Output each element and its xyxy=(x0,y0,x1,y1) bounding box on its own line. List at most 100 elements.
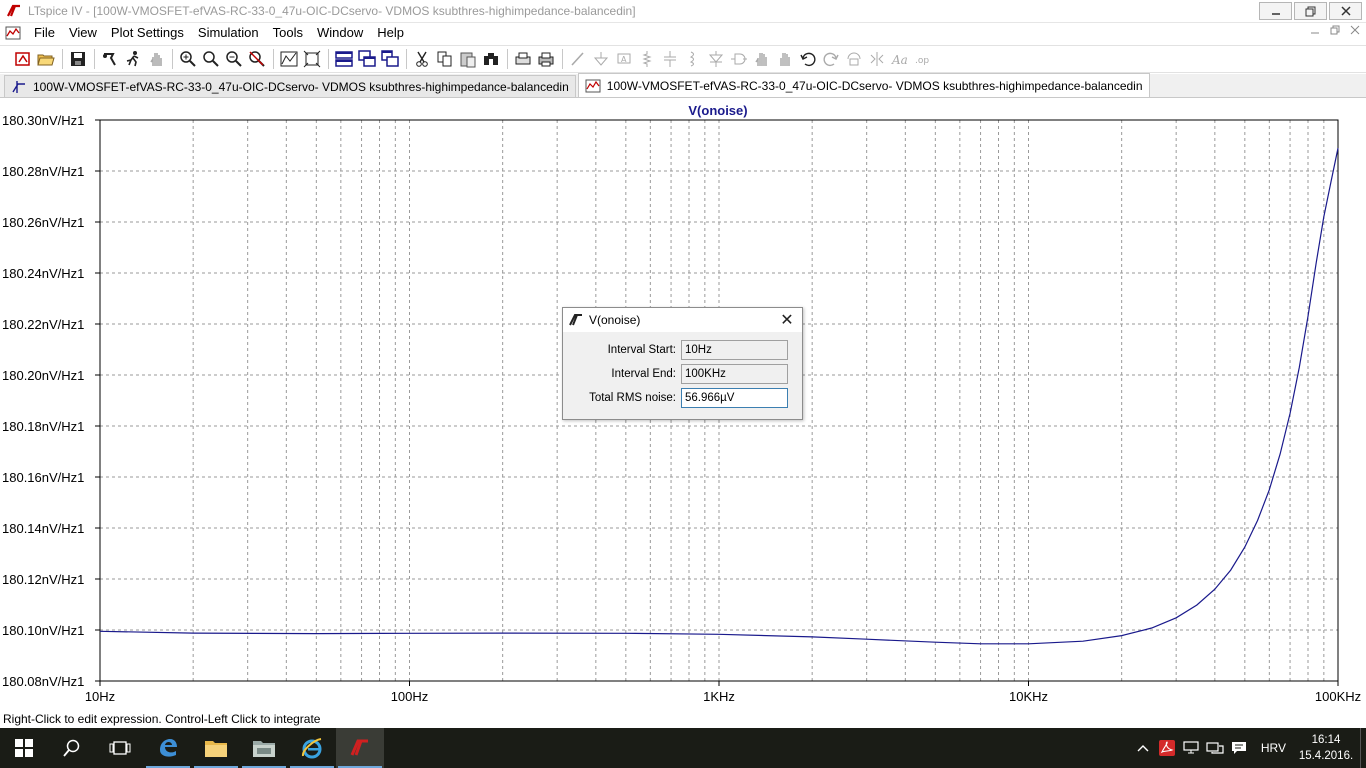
close-icon xyxy=(1350,25,1360,35)
find-icon[interactable] xyxy=(480,48,502,70)
text-icon[interactable]: Aa xyxy=(889,48,911,70)
spice-directive-icon[interactable]: .op xyxy=(912,48,934,70)
drag-icon[interactable] xyxy=(774,48,796,70)
halt-icon[interactable] xyxy=(145,48,167,70)
show-hidden-icons-button[interactable] xyxy=(1131,728,1155,768)
dialog-close-button[interactable]: ✕ xyxy=(778,311,796,329)
close-icon xyxy=(1340,6,1351,16)
tile-horizontal-icon[interactable] xyxy=(333,48,355,70)
store-folder-button[interactable] xyxy=(240,728,288,768)
waveform-document-icon[interactable] xyxy=(5,25,21,41)
ground-icon[interactable] xyxy=(590,48,612,70)
y-tick-label: 180.10nV/Hz1 xyxy=(2,623,84,638)
show-desktop-button[interactable] xyxy=(1360,728,1366,768)
diode-icon[interactable] xyxy=(705,48,727,70)
rotate-icon[interactable] xyxy=(843,48,865,70)
menu-window[interactable]: Window xyxy=(310,23,370,43)
component-icon[interactable] xyxy=(728,48,750,70)
window-title: LTspice IV - [100W-VMOSFET-efVAS-RC-33-0… xyxy=(28,4,636,18)
search-button[interactable] xyxy=(48,728,96,768)
windows-taskbar: HRV 16:14 15.4.2016. xyxy=(0,728,1366,768)
dialog-title-bar[interactable]: V(onoise) ✕ xyxy=(563,308,802,332)
interval-end-field[interactable]: 100KHz xyxy=(681,364,788,384)
trace-title[interactable]: V(onoise) xyxy=(688,103,747,118)
edge-button[interactable] xyxy=(144,728,192,768)
interval-start-label: Interval Start: xyxy=(607,344,676,356)
internet-explorer-button[interactable] xyxy=(288,728,336,768)
search-icon xyxy=(63,739,80,757)
cut-icon[interactable] xyxy=(411,48,433,70)
task-view-button[interactable] xyxy=(96,728,144,768)
mdi-close-button[interactable] xyxy=(1350,25,1360,38)
mdi-restore-button[interactable] xyxy=(1330,25,1340,38)
print-icon[interactable] xyxy=(535,48,557,70)
zoom-fit-icon[interactable] xyxy=(301,48,323,70)
tab-waveform[interactable]: 100W-VMOSFET-efVAS-RC-33-0_47u-OIC-DCser… xyxy=(577,73,1150,97)
run-icon[interactable] xyxy=(122,48,144,70)
wire-icon[interactable] xyxy=(567,48,589,70)
tab-schematic[interactable]: 100W-VMOSFET-efVAS-RC-33-0_47u-OIC-DCser… xyxy=(4,75,576,97)
mdi-controls xyxy=(1310,25,1360,38)
internet-explorer-icon xyxy=(302,738,322,759)
redo-icon[interactable] xyxy=(820,48,842,70)
input-language[interactable]: HRV xyxy=(1251,741,1296,755)
y-tick-label: 180.30nV/Hz1 xyxy=(2,113,84,128)
y-tick-label: 180.08nV/Hz1 xyxy=(2,674,84,689)
x-tick-label: 100KHz xyxy=(1315,689,1361,704)
system-tray: HRV 16:14 15.4.2016. xyxy=(1131,728,1366,768)
print-setup-icon[interactable] xyxy=(512,48,534,70)
tab-label: 100W-VMOSFET-efVAS-RC-33-0_47u-OIC-DCser… xyxy=(33,79,569,94)
inductor-icon[interactable] xyxy=(682,48,704,70)
undo-icon[interactable] xyxy=(797,48,819,70)
file-explorer-button[interactable] xyxy=(192,728,240,768)
menu-file[interactable]: File xyxy=(27,23,62,43)
total-rms-noise-field[interactable]: 56.966µV xyxy=(681,388,788,408)
zoom-out-icon[interactable] xyxy=(223,48,245,70)
menu-view[interactable]: View xyxy=(62,23,104,43)
open-schematic-icon[interactable] xyxy=(12,48,34,70)
cascade-icon[interactable] xyxy=(356,48,378,70)
interval-start-row: Interval Start: 10Hz xyxy=(563,340,804,360)
zoom-cancel-icon[interactable] xyxy=(246,48,268,70)
zoom-in-icon[interactable] xyxy=(177,48,199,70)
move-icon[interactable] xyxy=(751,48,773,70)
restore-button[interactable] xyxy=(1294,2,1327,20)
menu-help[interactable]: Help xyxy=(370,23,411,43)
action-center-button[interactable] xyxy=(1227,728,1251,768)
menu-simulation[interactable]: Simulation xyxy=(191,23,266,43)
control-panel-icon[interactable] xyxy=(99,48,121,70)
toolbar-separator xyxy=(562,49,563,69)
toolbar-separator xyxy=(328,49,329,69)
open-file-icon[interactable] xyxy=(35,48,57,70)
autorange-icon[interactable] xyxy=(278,48,300,70)
resistor-icon[interactable] xyxy=(636,48,658,70)
minimize-button[interactable] xyxy=(1259,2,1292,20)
close-button[interactable] xyxy=(1329,2,1362,20)
edge-icon xyxy=(160,739,177,757)
acrobat-tray-button[interactable] xyxy=(1155,728,1179,768)
close-icon: ✕ xyxy=(780,312,794,329)
interval-start-field[interactable]: 10Hz xyxy=(681,340,788,360)
copy-icon[interactable] xyxy=(434,48,456,70)
interval-end-row: Interval End: 100KHz xyxy=(563,364,804,384)
label-icon[interactable]: A xyxy=(613,48,635,70)
tile-vertical-icon[interactable] xyxy=(379,48,401,70)
menu-tools[interactable]: Tools xyxy=(266,23,310,43)
svg-text:Aa: Aa xyxy=(891,53,908,67)
clock[interactable]: 16:14 15.4.2016. xyxy=(1296,732,1356,764)
save-icon[interactable] xyxy=(67,48,89,70)
mdi-minimize-button[interactable] xyxy=(1310,25,1320,38)
tab-label: 100W-VMOSFET-efVAS-RC-33-0_47u-OIC-DCser… xyxy=(606,78,1143,93)
start-button[interactable] xyxy=(0,728,48,768)
x-tick-label: 10KHz xyxy=(1009,689,1048,704)
zoom-area-icon[interactable] xyxy=(200,48,222,70)
total-rms-noise-label: Total RMS noise: xyxy=(589,392,676,404)
menu-plot-settings[interactable]: Plot Settings xyxy=(104,23,191,43)
network-tray-button[interactable] xyxy=(1179,728,1203,768)
y-tick-label: 180.24nV/Hz1 xyxy=(2,266,84,281)
paste-icon[interactable] xyxy=(457,48,479,70)
ltspice-taskbar-button[interactable] xyxy=(336,728,384,768)
display-tray-button[interactable] xyxy=(1203,728,1227,768)
mirror-icon[interactable] xyxy=(866,48,888,70)
capacitor-icon[interactable] xyxy=(659,48,681,70)
